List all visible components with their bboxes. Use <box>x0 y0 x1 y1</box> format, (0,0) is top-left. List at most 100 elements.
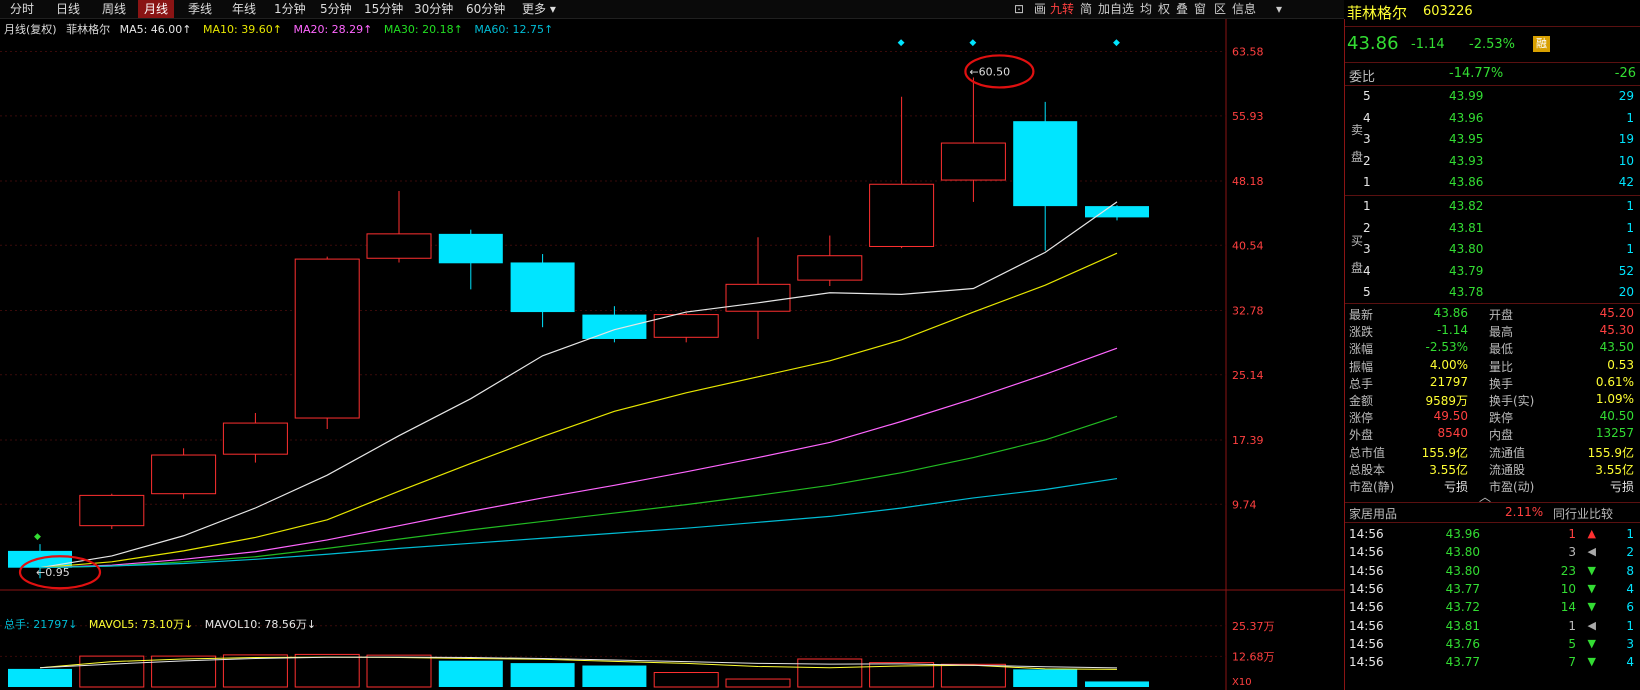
period-label: 月线(复权) <box>4 23 57 36</box>
stat-value: 45.30 <box>1599 323 1634 338</box>
tab-10[interactable]: 60分钟 <box>460 0 511 18</box>
tool-9[interactable]: 区 <box>1214 0 1226 18</box>
buy-level-price: 43.81 <box>1449 220 1484 235</box>
price-header: 43.86 -1.14 -2.53% 融 <box>1345 33 1640 57</box>
quote-panel: 菲林格尔 603226 43.86 -1.14 -2.53% 融 委比 -14.… <box>1345 0 1640 690</box>
stat-label: 开盘 <box>1489 308 1514 322</box>
candle-body <box>222 422 288 455</box>
total-volume-label: 总手: 21797↓ <box>4 618 78 631</box>
sell-level-price: 43.99 <box>1449 89 1484 103</box>
buy-level-price: 43.79 <box>1449 263 1484 278</box>
volume-unit-label: X10 <box>1232 677 1252 688</box>
tab-5[interactable]: 年线 <box>226 0 262 18</box>
buy-level-volume: 1 <box>1626 220 1634 235</box>
trade-price: 43.80 <box>1445 545 1480 560</box>
tab-9[interactable]: 30分钟 <box>408 0 459 18</box>
trade-price: 43.81 <box>1445 618 1480 633</box>
tab-2[interactable]: 周线 <box>96 0 132 18</box>
stat-label: 最新 <box>1349 308 1374 322</box>
trade-count: 1 <box>1626 527 1634 541</box>
quote-title: 菲林格尔 603226 <box>1345 2 1640 24</box>
trade-count: 1 <box>1626 618 1634 633</box>
sell-level-volume: 10 <box>1618 153 1634 168</box>
stat-value: 3.55亿 <box>1595 462 1634 477</box>
price-tick-label: 17.39 <box>1232 434 1264 447</box>
volume-tick-label: 25.37万 <box>1232 620 1275 633</box>
candle-body <box>725 283 791 312</box>
tool-8[interactable]: 窗 <box>1194 0 1206 18</box>
trade-time: 14:56 <box>1349 618 1384 633</box>
buy-level-num: 3 <box>1363 242 1371 256</box>
buy-level-volume: 1 <box>1626 242 1634 256</box>
sell-level-volume: 29 <box>1618 89 1634 103</box>
tool-4[interactable]: 加自选 <box>1098 0 1134 18</box>
tab-11[interactable]: 更多 ▾ <box>516 0 562 18</box>
kline-chart-area[interactable]: 63.58 55.93 48.18 40.54 32.78 25.14 17.39 9.74 ◆… <box>0 19 1345 690</box>
stat-label: 流通值 <box>1489 445 1526 460</box>
buy-level-volume: 52 <box>1618 263 1634 278</box>
diamond-marker: ◆ <box>969 38 976 48</box>
tool-3[interactable]: 简 <box>1080 0 1092 18</box>
stat-value: 155.9亿 <box>1421 445 1468 460</box>
trade-count: 2 <box>1626 545 1634 560</box>
ma20-label: MA20: 28.29↑ <box>293 23 373 36</box>
volume-bar <box>940 663 1006 688</box>
tool-7[interactable]: 叠 <box>1176 0 1188 18</box>
buy-level-volume: 1 <box>1626 199 1634 213</box>
industry-compare-link[interactable]: 同行业比较 <box>1553 505 1613 522</box>
sell-level-num: 5 <box>1363 89 1371 103</box>
trade-volume: 7 <box>1568 655 1576 670</box>
weibi-pct: -14.77% <box>1449 66 1504 81</box>
tool-1[interactable]: 画 <box>1034 0 1046 18</box>
price-tick-label: 63.58 <box>1232 46 1264 59</box>
trade-direction-icon: ▼ <box>1587 655 1596 669</box>
stat-value: 13257 <box>1595 426 1634 441</box>
candle-body <box>510 262 575 313</box>
candle-body <box>582 314 647 339</box>
stock-name-label: 菲林格尔 <box>66 23 111 36</box>
tab-3[interactable]: 月线 <box>138 0 175 18</box>
price-tick-label: 25.14 <box>1232 369 1264 382</box>
stat-value: 45.20 <box>1599 306 1634 320</box>
stat-label: 涨跌 <box>1349 325 1374 340</box>
price-tick-label: 9.74 <box>1232 498 1257 511</box>
buy-level-num: 2 <box>1363 220 1371 235</box>
tool-0[interactable]: ⊡ <box>1014 0 1024 18</box>
quote-stock-code: 603226 <box>1423 4 1473 19</box>
tab-0[interactable]: 分时 <box>4 0 40 18</box>
tab-1[interactable]: 日线 <box>50 0 86 18</box>
candle-body <box>366 233 432 259</box>
tool-2[interactable]: 九转 <box>1050 0 1074 18</box>
ma60-label: MA60: 12.75↑ <box>474 23 554 36</box>
trade-price: 43.77 <box>1445 655 1480 670</box>
tab-7[interactable]: 5分钟 <box>314 0 358 18</box>
stat-value: 亏损 <box>1609 480 1634 494</box>
kline-chart[interactable]: 63.58 55.93 48.18 40.54 32.78 25.14 17.39 9.74 ◆… <box>0 19 1344 690</box>
trade-time: 14:56 <box>1349 527 1384 541</box>
trade-volume: 10 <box>1560 581 1576 596</box>
tool-6[interactable]: 权 <box>1158 0 1170 18</box>
trade-count: 8 <box>1626 563 1634 578</box>
stat-label: 最低 <box>1489 342 1514 357</box>
tool-10[interactable]: 信息 <box>1232 0 1256 18</box>
buy-level-price: 43.82 <box>1449 199 1484 213</box>
extreme-annotation: ←60.50 <box>969 65 1010 78</box>
stat-value: 1.09% <box>1595 392 1634 406</box>
trade-count: 6 <box>1626 600 1634 615</box>
tool-11[interactable]: ▾ <box>1276 0 1282 18</box>
trade-direction-icon: ▲ <box>1587 527 1596 540</box>
stat-label: 换手 <box>1489 376 1514 391</box>
price-tick-label: 32.78 <box>1232 305 1264 318</box>
stat-label: 总市值 <box>1349 445 1386 460</box>
buy-level-price: 43.78 <box>1449 285 1484 299</box>
sell-level-price: 43.96 <box>1449 110 1484 125</box>
tab-8[interactable]: 15分钟 <box>358 0 409 18</box>
tab-6[interactable]: 1分钟 <box>268 0 312 18</box>
stat-value: 49.50 <box>1433 409 1468 424</box>
stat-label: 最高 <box>1489 325 1514 340</box>
trade-price: 43.72 <box>1445 600 1480 615</box>
trade-time: 14:56 <box>1349 545 1384 560</box>
tool-5[interactable]: 均 <box>1140 0 1152 18</box>
trade-direction-icon: ▼ <box>1587 600 1596 614</box>
tab-4[interactable]: 季线 <box>182 0 218 18</box>
